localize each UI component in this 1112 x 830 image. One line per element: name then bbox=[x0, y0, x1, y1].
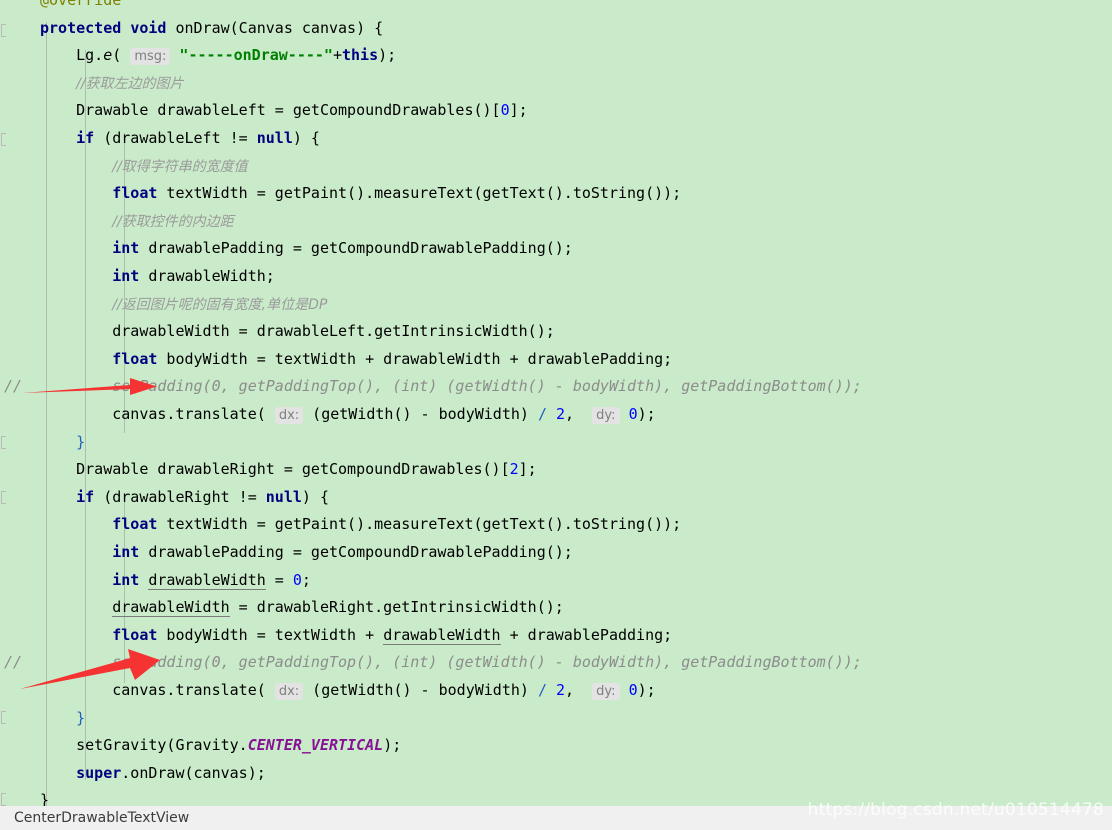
code-line[interactable]: drawableWidth = drawableRight.getIntrins… bbox=[0, 594, 1112, 622]
code-line[interactable]: Lg.e( msg: "-----onDraw----"+this); bbox=[0, 42, 1112, 70]
code-line-content: int drawablePadding = getCompoundDrawabl… bbox=[112, 543, 573, 561]
code-line[interactable]: super.onDraw(canvas); bbox=[0, 760, 1112, 788]
code-line-content: //获取控件的内边距 bbox=[112, 213, 234, 230]
code-line-content: float textWidth = getPaint().measureText… bbox=[112, 184, 682, 203]
breadcrumb-bar[interactable]: CenterDrawableTextView bbox=[0, 806, 1112, 830]
code-line[interactable]: canvas.translate( dx: (getWidth() - body… bbox=[0, 401, 1112, 429]
code-line-content: //获取左边的图片 bbox=[76, 75, 184, 92]
code-line-content: setPadding(0, getPaddingTop(), (int) (ge… bbox=[112, 377, 862, 396]
code-line[interactable]: drawableWidth = drawableLeft.getIntrinsi… bbox=[0, 318, 1112, 346]
code-line-content: drawableWidth = drawableRight.getIntrins… bbox=[112, 598, 564, 618]
code-line[interactable]: setGravity(Gravity.CENTER_VERTICAL); bbox=[0, 732, 1112, 760]
code-line[interactable]: int drawablePadding = getCompoundDrawabl… bbox=[0, 539, 1112, 567]
code-line-content: drawableWidth = drawableLeft.getIntrinsi… bbox=[40, 322, 555, 341]
code-line[interactable]: int drawablePadding = getCompoundDrawabl… bbox=[0, 235, 1112, 263]
code-line[interactable]: //返回图片呢的固有宽度,单位是DP bbox=[0, 291, 1112, 319]
code-line[interactable]: Drawable drawableLeft = getCompoundDrawa… bbox=[0, 97, 1112, 125]
code-line[interactable]: protected void onDraw(Canvas canvas) { bbox=[0, 15, 1112, 43]
code-line[interactable]: Drawable drawableRight = getCompoundDraw… bbox=[0, 456, 1112, 484]
commented-line-gutter-marker: // bbox=[4, 377, 23, 396]
code-line-content: } bbox=[76, 708, 86, 727]
code-line-content: //取得字符串的宽度值 bbox=[112, 158, 248, 175]
code-line-content: int drawableWidth; bbox=[112, 267, 275, 285]
code-line-content: int drawableWidth = 0; bbox=[112, 570, 311, 590]
code-line-content: protected void onDraw(Canvas canvas) { bbox=[40, 18, 384, 37]
code-line-content: if (drawableRight != null) { bbox=[76, 487, 329, 506]
code-line-content: float bodyWidth = textWidth + drawableWi… bbox=[112, 625, 673, 645]
breadcrumb-class-name[interactable]: CenterDrawableTextView bbox=[14, 810, 189, 826]
code-line[interactable]: canvas.translate( dx: (getWidth() - body… bbox=[0, 677, 1112, 705]
code-line[interactable]: float bodyWidth = textWidth + drawableWi… bbox=[0, 622, 1112, 650]
code-line[interactable]: //获取左边的图片 bbox=[0, 70, 1112, 98]
code-line-content: if (drawableLeft != null) { bbox=[76, 129, 320, 147]
code-line-content: canvas.translate( dx: (getWidth() - body… bbox=[40, 405, 656, 424]
code-line[interactable]: int drawableWidth = 0; bbox=[0, 567, 1112, 595]
code-line-content: Lg.e( msg: "-----onDraw----"+this); bbox=[40, 46, 397, 66]
code-line[interactable]: if (drawableRight != null) { bbox=[0, 484, 1112, 512]
code-line[interactable]: } bbox=[0, 705, 1112, 733]
code-line-content: float textWidth = getPaint().measureText… bbox=[112, 515, 682, 534]
code-line[interactable]: } bbox=[0, 429, 1112, 457]
code-line-content: canvas.translate( dx: (getWidth() - body… bbox=[40, 681, 656, 700]
code-line[interactable]: //取得字符串的宽度值 bbox=[0, 153, 1112, 181]
code-line[interactable]: // setPadding(0, getPaddingTop(), (int) … bbox=[0, 649, 1112, 677]
code-line[interactable]: float bodyWidth = textWidth + drawableWi… bbox=[0, 346, 1112, 374]
editor-pane[interactable]: @Override protected void onDraw(Canvas ca… bbox=[0, 0, 1112, 806]
code-line[interactable]: float textWidth = getPaint().measureText… bbox=[0, 180, 1112, 208]
code-line-content: @Override bbox=[40, 0, 122, 9]
code-line[interactable]: int drawableWidth; bbox=[0, 263, 1112, 291]
commented-line-gutter-marker: // bbox=[4, 653, 23, 672]
code-line-content: setPadding(0, getPaddingTop(), (int) (ge… bbox=[112, 653, 862, 672]
code-line-content: super.onDraw(canvas); bbox=[76, 763, 266, 782]
code-line-content: Drawable drawableLeft = getCompoundDrawa… bbox=[40, 101, 528, 120]
code-line[interactable]: } bbox=[0, 787, 1112, 806]
code-editor-screenshot: @Override protected void onDraw(Canvas ca… bbox=[0, 0, 1112, 830]
code-line-content: Drawable drawableRight = getCompoundDraw… bbox=[40, 460, 537, 479]
code-text-area[interactable]: @Override protected void onDraw(Canvas ca… bbox=[0, 0, 1112, 806]
code-line-content: //返回图片呢的固有宽度,单位是DP bbox=[112, 296, 328, 313]
code-line-content: } bbox=[40, 791, 50, 806]
code-line-content: setGravity(Gravity.CENTER_VERTICAL); bbox=[40, 736, 402, 755]
code-line[interactable]: float textWidth = getPaint().measureText… bbox=[0, 511, 1112, 539]
code-line[interactable]: //获取控件的内边距 bbox=[0, 208, 1112, 236]
code-line[interactable]: // setPadding(0, getPaddingTop(), (int) … bbox=[0, 373, 1112, 401]
code-line-content: float bodyWidth = textWidth + drawableWi… bbox=[112, 349, 673, 368]
code-line-content: } bbox=[76, 432, 86, 451]
code-line[interactable]: if (drawableLeft != null) { bbox=[0, 125, 1112, 153]
code-line[interactable]: @Override bbox=[0, 0, 1112, 15]
code-line-content: int drawablePadding = getCompoundDrawabl… bbox=[112, 239, 573, 258]
